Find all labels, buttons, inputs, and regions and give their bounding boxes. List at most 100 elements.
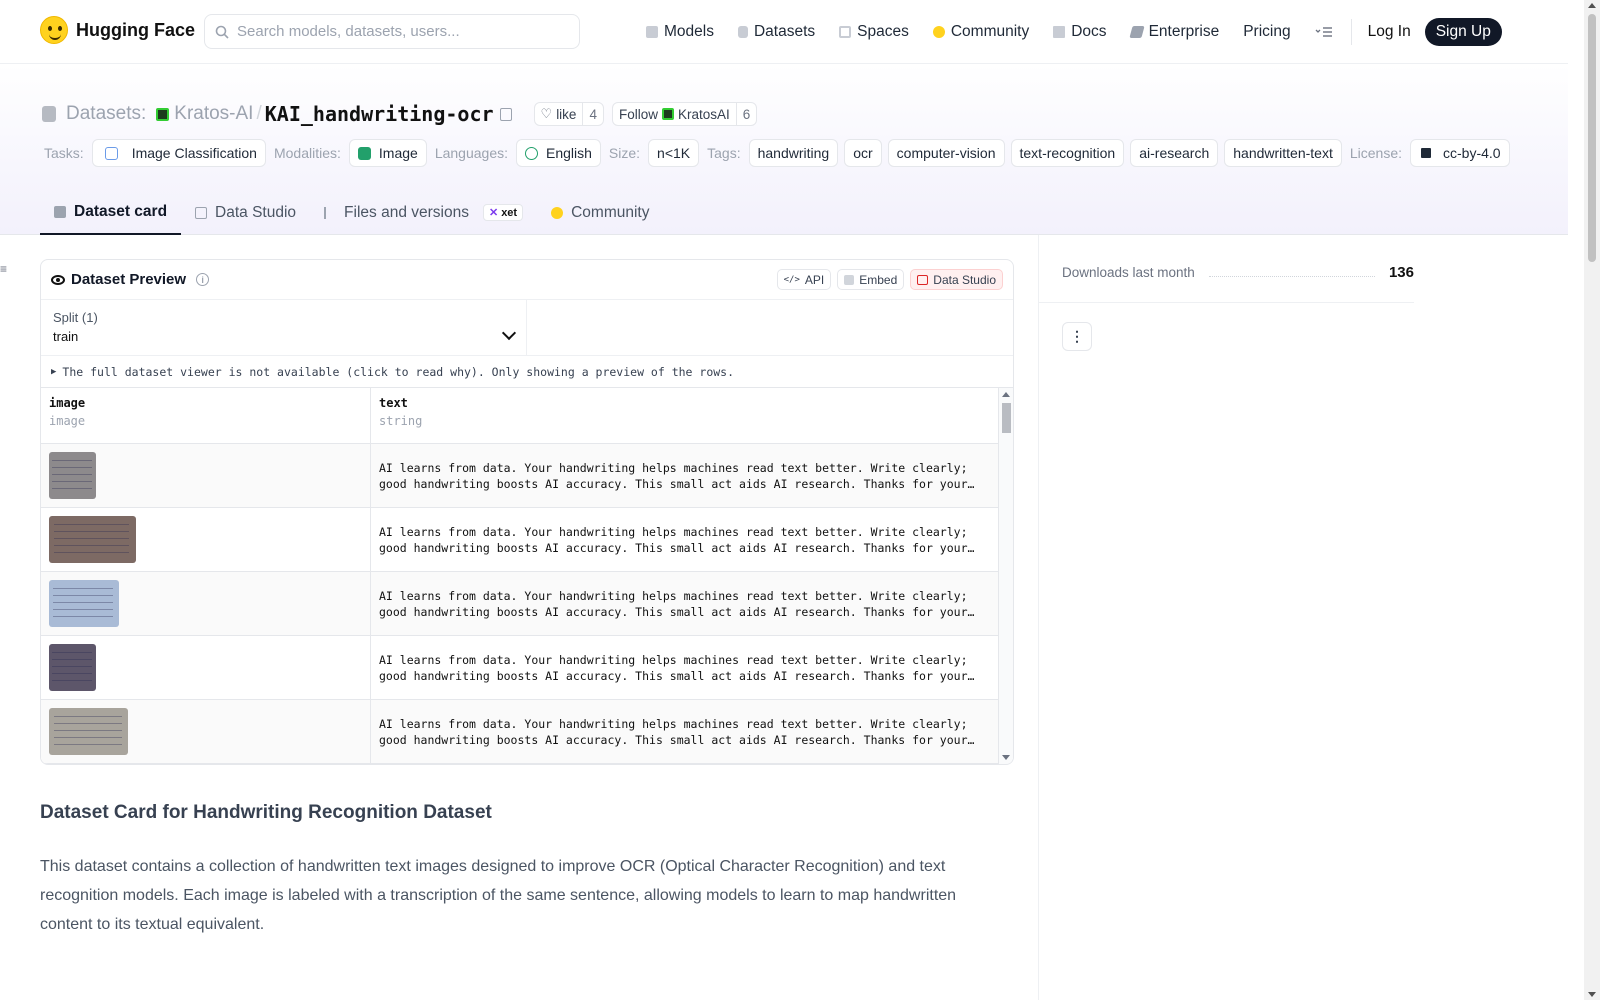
handwriting-image-thumbnail[interactable] <box>49 580 119 627</box>
search-input[interactable] <box>237 23 557 40</box>
globe-icon <box>525 146 538 160</box>
row-text: AI learns from data. Your handwriting he… <box>379 460 968 491</box>
nav-spaces-label: Spaces <box>857 23 909 40</box>
like-button[interactable]: ♡ like 4 <box>533 102 604 126</box>
tab-data-studio-label: Data Studio <box>215 203 297 221</box>
preview-title-text: Dataset Preview <box>71 271 187 288</box>
cube-icon <box>54 205 66 218</box>
modality-tag[interactable]: Image <box>348 139 427 167</box>
split-select[interactable]: Split (1) train <box>41 300 527 355</box>
table-row[interactable]: AI learns from data. Your handwriting he… <box>41 508 1013 572</box>
license-tag[interactable]: cc-by-4.0 <box>1410 139 1510 167</box>
scroll-up-arrow-icon[interactable] <box>1588 3 1596 8</box>
license-tag-label: cc-by-4.0 <box>1443 145 1501 161</box>
embed-button[interactable]: Embed <box>837 269 905 290</box>
embed-icon <box>844 274 855 285</box>
image-classification-icon <box>104 146 118 160</box>
search-box[interactable] <box>204 14 580 49</box>
login-link[interactable]: Log In <box>1368 23 1411 41</box>
like-count: 4 <box>582 103 603 125</box>
heart-icon: ♡ <box>540 106 553 121</box>
org-link[interactable]: Kratos-AI <box>174 103 253 125</box>
api-button[interactable]: </> API <box>776 269 832 290</box>
nav-pricing[interactable]: Pricing <box>1243 23 1290 41</box>
follow-org-name: KratosAI <box>677 106 730 122</box>
more-menu-icon[interactable] <box>1315 26 1333 38</box>
nav-models[interactable]: Models <box>646 23 714 41</box>
more-options-icon[interactable]: ⋮ <box>1062 322 1092 351</box>
nav-enterprise[interactable]: Enterprise <box>1128 23 1220 41</box>
xet-badge-label: xet <box>501 206 518 219</box>
sidebar-toggle-icon[interactable]: ≡ <box>0 262 10 276</box>
nav-enterprise-label: Enterprise <box>1148 23 1220 40</box>
nav-spaces[interactable]: Spaces <box>839 23 909 41</box>
table-scrollbar[interactable] <box>998 388 1013 764</box>
copy-icon[interactable] <box>499 104 515 121</box>
sidebar-separator <box>1038 302 1414 303</box>
table-row[interactable]: AI learns from data. Your handwriting he… <box>41 444 1013 508</box>
tab-dataset-card[interactable]: Dataset card <box>40 190 182 235</box>
row-text: AI learns from data. Your handwriting he… <box>379 524 968 555</box>
eye-icon <box>51 274 65 285</box>
column-header-text: text string <box>371 388 999 443</box>
handwriting-image-thumbnail[interactable] <box>49 516 136 563</box>
size-label: Size: <box>608 145 641 161</box>
license-label: License: <box>1349 145 1403 161</box>
like-label: like <box>556 106 577 122</box>
follow-label: Follow <box>618 106 658 122</box>
language-tag-label: English <box>546 145 592 161</box>
table-header: image image text string <box>41 388 1013 444</box>
nav-datasets[interactable]: Datasets <box>737 23 816 41</box>
nav-community[interactable]: Community <box>932 23 1030 41</box>
brand-logo[interactable]: Hugging Face <box>40 16 195 44</box>
scroll-thumb[interactable] <box>1002 403 1011 433</box>
tag-ai-research[interactable]: ai-research <box>1130 139 1219 167</box>
search-icon <box>215 25 229 39</box>
api-label: API <box>804 272 825 287</box>
signup-button[interactable]: Sign Up <box>1424 18 1502 46</box>
tag-handwriting[interactable]: handwriting <box>748 139 839 167</box>
table-icon <box>195 206 208 219</box>
tag-handwritten-text[interactable]: handwritten-text <box>1224 139 1342 167</box>
nav-pricing-label: Pricing <box>1243 23 1291 40</box>
task-tag[interactable]: Image Classification <box>91 139 266 167</box>
size-tag[interactable]: n<1K <box>648 139 700 167</box>
tab-community[interactable]: Community <box>537 190 663 235</box>
modalities-label: Modalities: <box>273 145 341 161</box>
page-scroll-thumb[interactable] <box>1588 14 1596 262</box>
handwriting-image-thumbnail[interactable] <box>49 452 96 499</box>
data-studio-button[interactable]: Data Studio <box>910 269 1003 290</box>
viewer-notice-text: The full dataset viewer is not available… <box>62 364 735 379</box>
scroll-down-arrow-icon[interactable] <box>1002 755 1010 760</box>
tasks-label: Tasks: <box>44 145 84 161</box>
table-row[interactable]: AI learns from data. Your handwriting he… <box>41 572 1013 636</box>
org-avatar-small <box>661 108 674 120</box>
page-scrollbar[interactable] <box>1584 0 1600 1000</box>
scroll-down-arrow-icon[interactable] <box>1588 992 1596 997</box>
viewer-notice[interactable]: ▶ The full dataset viewer is not availab… <box>41 356 1013 388</box>
handwriting-image-thumbnail[interactable] <box>49 708 128 755</box>
tab-files-label: Files and versions <box>344 203 469 221</box>
nav-docs[interactable]: Docs <box>1053 23 1107 41</box>
nav-community-label: Community <box>950 23 1030 40</box>
tab-files-and-versions[interactable]: Files and versions ✕ xet <box>310 190 537 235</box>
community-icon <box>551 206 564 219</box>
repo-name[interactable]: KAI_handwriting-ocr <box>265 102 494 126</box>
tab-data-studio[interactable]: Data Studio <box>181 190 310 235</box>
org-avatar <box>156 107 170 121</box>
info-icon[interactable]: i <box>196 273 210 286</box>
table-row[interactable]: AI learns from data. Your handwriting he… <box>41 636 1013 700</box>
tag-ocr[interactable]: ocr <box>844 139 882 167</box>
scroll-up-arrow-icon[interactable] <box>1002 392 1010 397</box>
table-row[interactable]: AI learns from data. Your handwriting he… <box>41 700 1013 764</box>
preview-actions: </> API Embed Data Studio <box>776 269 1003 290</box>
repo-type-link[interactable]: Datasets: <box>66 103 146 125</box>
tab-community-label: Community <box>571 203 650 221</box>
downloads-label: Downloads last month <box>1062 264 1195 280</box>
nav-datasets-label: Datasets <box>753 23 816 40</box>
handwriting-image-thumbnail[interactable] <box>49 644 96 691</box>
follow-button[interactable]: Follow KratosAI 6 <box>611 102 758 126</box>
tag-computer-vision[interactable]: computer-vision <box>887 139 1005 167</box>
tag-text-recognition[interactable]: text-recognition <box>1010 139 1125 167</box>
language-tag[interactable]: English <box>516 139 601 167</box>
